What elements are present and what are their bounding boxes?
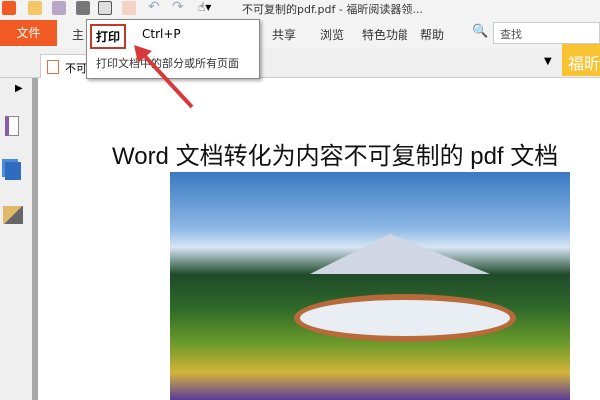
title-bar: ↶ ↷ ☝▾ 不可复制的pdf.pdf - 福昕阅读器领... [0, 0, 600, 18]
undo-icon[interactable]: ↶ [148, 0, 162, 15]
red-arrow-annotation [134, 45, 194, 109]
tooltip-title: 打印 [90, 24, 127, 49]
search-input[interactable]: 查找 [493, 22, 600, 44]
bookmark-icon[interactable] [5, 116, 19, 136]
find-folder-icon[interactable]: 🔍 [472, 24, 488, 39]
landscape-image [170, 172, 570, 400]
pages-icon[interactable] [5, 162, 21, 180]
save-icon[interactable] [52, 1, 66, 15]
menu-help[interactable]: 帮助 [420, 26, 444, 43]
comments-icon[interactable] [3, 206, 23, 224]
mountain-shape [310, 234, 490, 274]
document-heading: Word 文档转化为内容不可复制的 pdf 文档 [112, 143, 559, 170]
document-tab-label: 不可 [65, 62, 87, 75]
expand-panel-icon[interactable]: ▶ [15, 83, 23, 94]
redo-icon[interactable]: ↷ [172, 0, 186, 15]
hand-tool-icon[interactable]: ☝▾ [198, 1, 212, 15]
left-sidebar: ▶ [0, 78, 32, 400]
brand-banner[interactable]: 福昕 [562, 44, 600, 76]
app-logo-icon [2, 1, 16, 15]
properties-icon[interactable] [98, 1, 112, 15]
open-folder-icon[interactable] [28, 1, 42, 15]
snow-patch [300, 300, 510, 336]
print-icon[interactable] [76, 1, 90, 15]
tab-dropdown-icon[interactable]: ▼ [544, 56, 552, 67]
panel-splitter[interactable] [32, 78, 38, 400]
pdf-file-icon [47, 60, 59, 74]
window-title: 不可复制的pdf.pdf - 福昕阅读器领... [242, 3, 423, 16]
menu-features[interactable]: 特色功能 [362, 26, 407, 43]
tooltip-shortcut: Ctrl+P [142, 27, 181, 41]
menu-share[interactable]: 共享 [272, 26, 296, 43]
menu-home[interactable]: 主 [72, 26, 84, 43]
menu-view[interactable]: 浏览 [320, 26, 344, 43]
new-doc-icon[interactable] [122, 1, 136, 15]
file-menu-button[interactable]: 文件 [0, 20, 57, 46]
